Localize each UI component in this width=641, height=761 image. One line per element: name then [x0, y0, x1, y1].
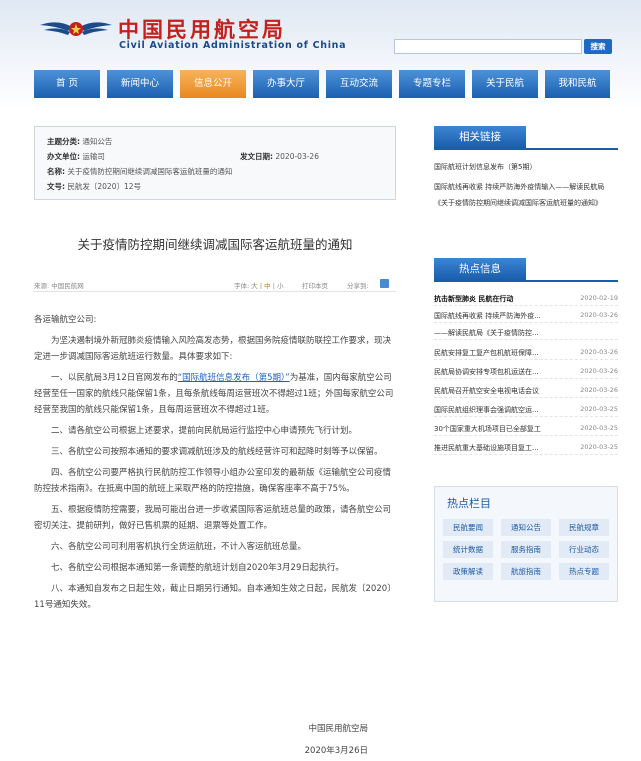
meta-category-row: 主题分类: 通知公告 — [47, 137, 113, 146]
font-size-medium[interactable]: 中 — [264, 282, 271, 290]
document-meta-box: 主题分类: 通知公告 办文单位: 运输司 发文日期: 2020-03-26 名称… — [34, 126, 396, 200]
column-link[interactable]: 政策解读 — [443, 563, 493, 580]
nav-item-interaction[interactable]: 互动交流 — [326, 70, 392, 98]
related-links-heading: 相关链接 — [434, 126, 526, 148]
hot-info-item[interactable]: 民航局召开航空安全电视电话会议 2020-03-26 — [434, 384, 618, 398]
hot-info-heading: 热点信息 — [434, 258, 526, 280]
hot-info-item[interactable]: ——解读民航局《关于疫情防控... — [434, 326, 618, 340]
nav-item-about[interactable]: 关于民航 — [472, 70, 538, 98]
font-size-controls: 字体: 大 | 中 | 小 — [234, 280, 284, 290]
paragraph-3: 三、各航空公司按照本通知的要求调减航班涉及的航线经营许可和起降时刻等予以保留。 — [51, 447, 383, 457]
paragraph-4: 四、各航空公司要严格执行民航防控工作领导小组办公室印发的最新版《运输航空公司疫情… — [34, 468, 392, 494]
paragraph-5: 五、根据疫情防控需要，我局可能出台进一步收紧国际客运航班总量的政策，请各航空公司… — [34, 505, 392, 531]
hot-info-item[interactable]: 30个国家重大机场项目已全部复工 2020-03-25 — [434, 422, 618, 436]
font-size-separator: | — [259, 282, 263, 290]
paragraph-8: 八、本通知自发布之日起生效，截止日期另行通知。自本通知生效之日起，民航发〔202… — [34, 584, 396, 610]
meta-docno-row: 文号: 民航发〔2020〕12号 — [47, 182, 142, 191]
meta-name-row: 名称: 关于疫情防控期间继续调减国际客运航班量的通知 — [47, 167, 233, 176]
share-icon[interactable] — [380, 279, 389, 288]
signature-block: 中国民用航空局 2020年3月26日 — [34, 718, 396, 761]
paragraph-6: 六、各航空公司可利用客机执行全货运航班，不计入客运航班总量。 — [51, 542, 307, 552]
caac-wings-logo-icon — [40, 22, 112, 36]
signature-date: 2020年3月26日 — [304, 746, 368, 756]
nav-item-news[interactable]: 新闻中心 — [107, 70, 173, 98]
paragraph-2: 二、请各航空公司根据上述要求，提前向民航局运行监控中心申请预先飞行计划。 — [51, 426, 358, 436]
salutation: 各运输航空公司: — [34, 315, 97, 325]
font-size-label: 字体: — [234, 282, 250, 290]
hot-info-item[interactable]: 国际民航组织理事会强调航空运... 2020-03-25 — [434, 403, 618, 417]
nav-item-home[interactable]: 首 页 — [34, 70, 100, 98]
article-info-bar: 来源: 中国民航网 字体: 大 | 中 | 小 打印本页 分享到: — [34, 278, 396, 292]
font-size-large[interactable]: 大 — [251, 282, 258, 290]
nav-item-services[interactable]: 办事大厅 — [253, 70, 319, 98]
hot-columns-heading: 热点栏目 — [447, 497, 491, 510]
hot-info-item[interactable]: 民航安排复工复产包机航班保障... 2020-03-26 — [434, 346, 618, 360]
hot-columns-box: 热点栏目 民航要闻 通知公告 民航规章 统计数据 服务指南 行业动态 政策解读 … — [434, 486, 618, 602]
meta-office-row: 办文单位: 运输司 — [47, 152, 105, 161]
print-page-link[interactable]: 打印本页 — [302, 280, 328, 290]
column-link[interactable]: 服务指南 — [501, 541, 551, 558]
related-link-item[interactable]: 国际航线再收紧 持续严防海外疫情输入——解读民航局《关于疫情防控期间继续调减国际… — [434, 179, 618, 211]
column-link[interactable]: 通知公告 — [501, 519, 551, 536]
hot-info-item[interactable]: 民航局协调安排专项包机运送在... 2020-03-26 — [434, 365, 618, 379]
article-body: 各运输航空公司: 为坚决遏制境外新冠肺炎疫情输入风险高发态势，根据国务院疫情联防… — [34, 312, 396, 613]
search-button[interactable]: 搜索 — [584, 39, 612, 54]
nav-item-special-topics[interactable]: 专题专栏 — [399, 70, 465, 98]
article-source: 来源: 中国民航网 — [34, 282, 84, 290]
column-link[interactable]: 热点专题 — [559, 563, 609, 580]
nav-item-info-disclosure[interactable]: 信息公开 — [180, 70, 246, 98]
column-link[interactable]: 民航要闻 — [443, 519, 493, 536]
paragraph-7: 七、各航空公司根据本通知第一条调整的航班计划自2020年3月29日起执行。 — [51, 563, 344, 573]
site-name-en: Civil Aviation Administration of China — [119, 40, 347, 51]
paragraph-1: 一、以民航局3月12日官网发布的“国际航班信息发布（第5期）”为基准，国内每家航… — [34, 373, 394, 415]
nav-item-me-and-caac[interactable]: 我和民航 — [545, 70, 610, 98]
signature-org: 中国民用航空局 — [308, 724, 368, 734]
meta-date-row: 发文日期: 2020-03-26 — [240, 152, 319, 161]
site-header: 中国民用航空局 Civil Aviation Administration of… — [0, 0, 641, 110]
font-size-separator: | — [272, 282, 275, 290]
column-link[interactable]: 行业动态 — [559, 541, 609, 558]
hot-info-item[interactable]: 国际航线再收紧 持续严防海外疫... 2020-03-26 — [434, 309, 618, 323]
column-link[interactable]: 航旅指南 — [501, 563, 551, 580]
hot-info-item[interactable]: 抗击新型肺炎 民航在行动 2020-02-19 — [434, 292, 618, 306]
hot-info-rule — [434, 280, 618, 282]
search-input[interactable] — [394, 39, 582, 54]
font-size-small[interactable]: 小 — [277, 282, 284, 290]
column-link[interactable]: 民航规章 — [559, 519, 609, 536]
hot-info-item[interactable]: 推进民航重大基础设施项目复工... 2020-03-25 — [434, 441, 618, 455]
related-links-rule — [434, 148, 618, 150]
share-label: 分享到: — [347, 282, 369, 290]
column-link[interactable]: 统计数据 — [443, 541, 493, 558]
main-nav: 首 页 新闻中心 信息公开 办事大厅 互动交流 专题专栏 关于民航 我和民航 — [34, 70, 610, 98]
page-title: 关于疫情防控期间继续调减国际客运航班量的通知 — [77, 237, 353, 252]
flight-info-link[interactable]: “国际航班信息发布（第5期）” — [178, 373, 290, 383]
intro-paragraph: 为坚决遏制境外新冠肺炎疫情输入风险高发态势，根据国务院疫情联防联控工作要求，现决… — [34, 336, 392, 362]
related-link-item[interactable]: 国际航班计划信息发布（第5期） — [434, 159, 618, 175]
